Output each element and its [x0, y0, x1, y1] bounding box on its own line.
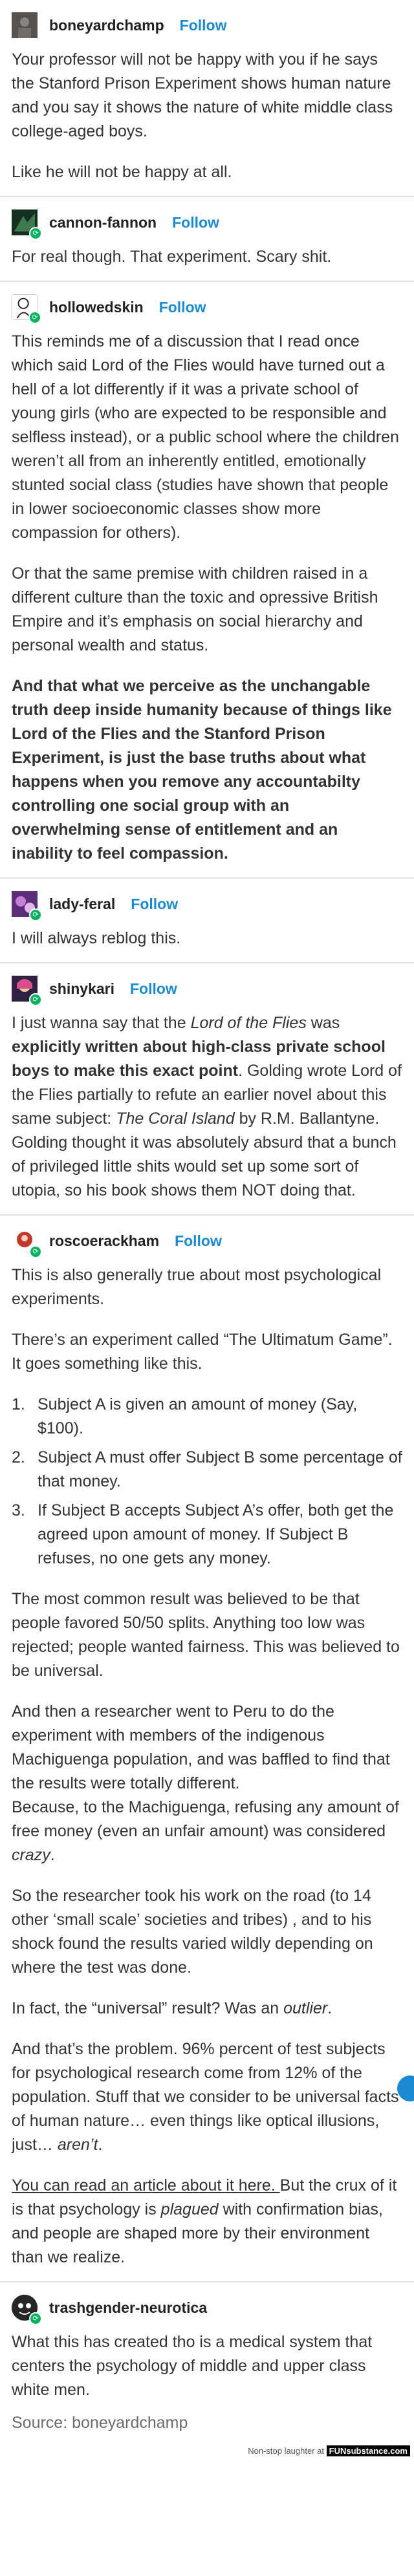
post-lady-feral: ⟳ lady-feral Follow I will always reblog… [0, 879, 414, 963]
post-body: I will always reblog this. [12, 927, 402, 950]
post-paragraph: For real though. That experiment. Scary … [12, 248, 332, 266]
follow-button[interactable]: Follow [172, 214, 219, 231]
reblog-badge-icon: ⟳ [29, 227, 42, 240]
reblog-badge-icon: ⟳ [29, 2312, 42, 2325]
italic-word: crazy [12, 1846, 50, 1864]
username[interactable]: shinykari [49, 980, 114, 998]
reblog-badge-icon: ⟳ [29, 908, 42, 921]
post-paragraph: The most common result was believed to b… [12, 1590, 400, 1680]
post-roscoerackham: ⟳ roscoerackham Follow This is also gene… [0, 1216, 414, 2282]
post-header: ⟳ cannon-fannon Follow [12, 205, 402, 240]
reblog-badge-icon: ⟳ [29, 993, 42, 1006]
italic-word: outlier [283, 1999, 328, 2017]
text-segment: I just wanna say that the [12, 1014, 191, 1032]
avatar[interactable]: ⟳ [12, 891, 42, 921]
post-body: What this has created tho is a medical s… [12, 2330, 402, 2402]
text-segment: . [50, 1846, 55, 1864]
text-segment: . [327, 1999, 332, 2017]
tumblr-thread: boneyardchamp Follow Your professor will… [0, 0, 414, 2458]
avatar-image-icon [12, 12, 38, 38]
post-paragraph: I will always reblog this. [12, 929, 181, 947]
post-body: For real though. That experiment. Scary … [12, 245, 402, 269]
numbered-list: 1. Subject A is given an amount of money … [12, 1393, 402, 1571]
username[interactable]: boneyardchamp [49, 17, 164, 34]
follow-button[interactable]: Follow [131, 896, 178, 913]
post-header: ⟳ shinykari Follow [12, 971, 402, 1006]
avatar[interactable]: ⟳ [12, 2295, 42, 2325]
post-trashgender-neurotica: ⟳ trashgender-neurotica What this has cr… [0, 2282, 414, 2458]
avatar[interactable] [12, 12, 38, 38]
watermark-brand[interactable]: FUNsubstance.com [326, 2445, 410, 2456]
post-paragraph: You can read an article about it here. B… [12, 2174, 402, 2270]
post-paragraph: And then a researcher went to Peru to do… [12, 1702, 390, 1792]
post-boneyardchamp: boneyardchamp Follow Your professor will… [0, 0, 414, 197]
list-item: 3. If Subject B accepts Subject A’s offer… [12, 1499, 402, 1571]
post-body: This is also generally true about most p… [12, 1263, 402, 2270]
reblog-badge-icon: ⟳ [28, 311, 41, 324]
italic-word: aren’t [57, 2136, 98, 2154]
watermark-bar: Non-stop laughter at FUNsubstance.com [0, 2444, 414, 2458]
reblog-badge-icon: ⟳ [29, 1245, 42, 1258]
post-paragraph: This reminds me of a discussion that I r… [12, 332, 399, 542]
list-number: 1. [12, 1395, 25, 1413]
post-paragraph: And that’s the problem. 96% percent of t… [12, 2037, 402, 2157]
post-cannon-fannon: ⟳ cannon-fannon Follow For real though. … [0, 197, 414, 282]
post-source[interactable]: Source: boneyardchamp [12, 2414, 402, 2432]
post-body: Your professor will not be happy with yo… [12, 48, 402, 184]
post-paragraph: Your professor will not be happy with yo… [12, 50, 393, 140]
post-paragraph: In fact, the “universal” result? Was an … [12, 1997, 402, 2021]
post-paragraph: So the researcher took his work on the r… [12, 1887, 373, 1977]
avatar[interactable]: ⟳ [12, 1228, 42, 1258]
post-paragraph: What this has created tho is a medical s… [12, 2333, 373, 2399]
post-body: I just wanna say that the Lord of the Fl… [12, 1011, 402, 1203]
avatar[interactable]: ⟳ [12, 294, 41, 324]
post-paragraph: Because, to the Machiguenga, refusing an… [12, 1796, 402, 1867]
avatar[interactable]: ⟳ [12, 976, 42, 1006]
text-segment: was [306, 1014, 340, 1032]
follow-button[interactable]: Follow [159, 299, 206, 316]
list-item: 1. Subject A is given an amount of money … [12, 1393, 402, 1441]
text-segment: Because, to the Machiguenga, refusing an… [12, 1798, 399, 1840]
username[interactable]: roscoerackham [49, 1232, 159, 1250]
post-paragraph: This is also generally true about most p… [12, 1266, 382, 1308]
list-item-text: Subject A must offer Subject B some perc… [38, 1448, 402, 1490]
follow-button[interactable]: Follow [130, 980, 177, 998]
post-header: ⟳ lady-feral Follow [12, 886, 402, 921]
italic-title: The Coral Island [116, 1110, 235, 1128]
post-hollowedskin: ⟳ hollowedskin Follow This reminds me of… [0, 282, 414, 879]
watermark-text: Non-stop laughter at [248, 2446, 324, 2456]
username[interactable]: trashgender-neurotica [49, 2299, 207, 2317]
post-header: ⟳ hollowedskin Follow [12, 290, 402, 325]
username[interactable]: lady-feral [49, 896, 115, 913]
text-segment: . [98, 2136, 103, 2154]
italic-word: plagued [160, 2200, 219, 2218]
post-header: boneyardchamp Follow [12, 8, 402, 43]
post-paragraph: I just wanna say that the Lord of the Fl… [12, 1011, 402, 1203]
username[interactable]: cannon-fannon [49, 214, 157, 231]
post-header: ⟳ roscoerackham Follow [12, 1223, 402, 1258]
list-number: 3. [12, 1501, 25, 1519]
post-paragraph: Like he will not be happy at all. [12, 163, 232, 181]
post-paragraph: There’s an experiment called “The Ultima… [12, 1331, 393, 1373]
follow-button[interactable]: Follow [175, 1232, 222, 1250]
username[interactable]: hollowedskin [49, 299, 144, 316]
article-link[interactable]: You can read an article about it here. [12, 2176, 280, 2195]
follow-button[interactable]: Follow [180, 17, 227, 34]
text-segment: In fact, the “universal” result? Was an [12, 1999, 284, 2017]
post-body: This reminds me of a discussion that I r… [12, 330, 402, 866]
list-item-text: Subject A is given an amount of money (S… [38, 1395, 358, 1437]
post-paragraph-bold: And that what we perceive as the unchang… [12, 677, 392, 863]
list-number: 2. [12, 1448, 25, 1466]
post-shinykari: ⟳ shinykari Follow I just wanna say that… [0, 963, 414, 1216]
list-item: 2. Subject A must offer Subject B some pe… [12, 1446, 402, 1494]
avatar[interactable]: ⟳ [12, 209, 42, 240]
list-item-text: If Subject B accepts Subject A’s offer, … [38, 1501, 394, 1567]
post-header: ⟳ trashgender-neurotica [12, 2290, 402, 2325]
italic-title: Lord of the Flies [190, 1014, 307, 1032]
post-paragraph: Or that the same premise with children r… [12, 564, 378, 654]
